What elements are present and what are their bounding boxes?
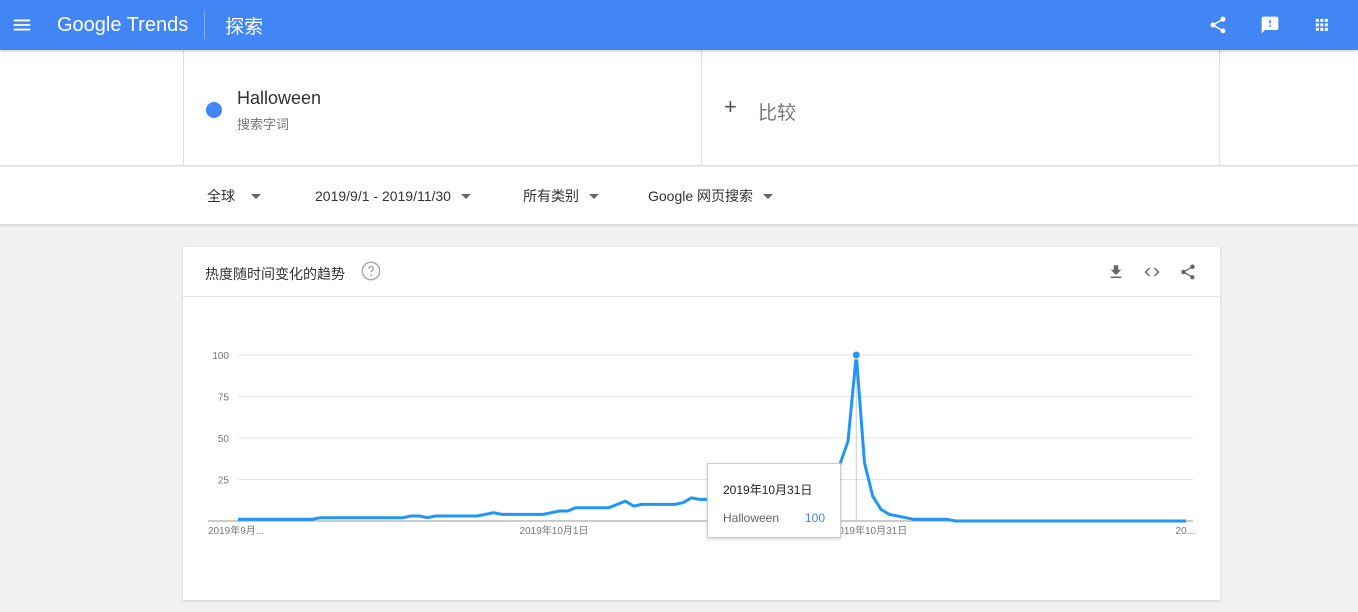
y-tick-label: 50 xyxy=(218,434,230,445)
term-name[interactable]: Halloween xyxy=(237,88,321,109)
page-title: 探索 xyxy=(225,16,264,38)
interest-over-time-card: 热度随时间变化的趋势 100 75 50 25 2019年9月... 2019年10月1日… xyxy=(183,247,1220,600)
region-dropdown[interactable]: 全球 xyxy=(207,167,261,225)
search-term-card[interactable]: Halloween 搜索字词 xyxy=(183,50,702,166)
embed-icon xyxy=(1144,267,1160,277)
y-tick-label: 25 xyxy=(218,476,230,487)
apps-button[interactable] xyxy=(1296,0,1348,50)
top-app-bar: Google Trends 探索 xyxy=(0,0,1358,50)
search-type-dropdown[interactable]: Google 网页搜索 xyxy=(648,167,774,225)
chart-area[interactable]: 100 75 50 25 2019年9月... 2019年10月1日 2019年10月31日… xyxy=(183,298,1220,600)
category-value: 所有类别 xyxy=(523,188,579,204)
header-divider xyxy=(204,11,206,39)
y-tick-label: 75 xyxy=(218,393,230,404)
line-chart[interactable]: 100 75 50 25 2019年9月... 2019年10月1日 2019年10月31日… xyxy=(183,298,1220,600)
header-actions xyxy=(1192,0,1348,50)
category-dropdown[interactable]: 所有类别 xyxy=(523,167,599,225)
compare-label: 比较 xyxy=(758,103,797,124)
share-button[interactable] xyxy=(1192,0,1244,50)
search-terms-band: Halloween 搜索字词 + 比较 xyxy=(0,50,1358,166)
x-tick-label: 2019年10月1日 xyxy=(520,524,589,537)
feedback-icon xyxy=(1261,16,1279,34)
share-icon xyxy=(1210,16,1226,34)
feedback-button[interactable] xyxy=(1244,0,1296,50)
x-tick-label: 2019年10月31日 xyxy=(833,524,908,537)
date-range-dropdown[interactable]: 2019/9/1 - 2019/11/30 xyxy=(315,167,471,225)
share-icon xyxy=(1181,264,1195,280)
embed-button[interactable] xyxy=(1134,260,1170,284)
chart-tooltip: 2019年10月31日 Halloween 100 xyxy=(707,463,841,538)
filter-bar: 全球 2019/9/1 - 2019/11/30 所有类别 Google 网页搜… xyxy=(0,167,1358,225)
compare-button[interactable]: + 比较 xyxy=(702,50,1220,166)
menu-button[interactable] xyxy=(0,0,44,50)
download-icon xyxy=(1110,265,1122,278)
region-value: 全球 xyxy=(207,188,235,204)
google-trends-logo[interactable]: Google Trends xyxy=(57,14,188,37)
term-type: 搜索字词 xyxy=(237,117,290,132)
chevron-down-icon xyxy=(763,193,774,199)
help-icon[interactable] xyxy=(360,260,382,282)
x-tick-label: 2019年9月... xyxy=(208,524,264,537)
card-title: 热度随时间变化的趋势 xyxy=(205,266,345,282)
term-color-dot xyxy=(206,102,222,118)
search-type-value: Google 网页搜索 xyxy=(648,188,754,204)
chevron-down-icon xyxy=(460,193,471,199)
tooltip-series-name: Halloween xyxy=(723,511,780,525)
share-chart-button[interactable] xyxy=(1170,260,1206,284)
download-csv-button[interactable] xyxy=(1098,260,1134,284)
apps-grid-icon xyxy=(1315,18,1328,31)
card-actions xyxy=(1098,260,1206,284)
menu-icon xyxy=(13,19,31,31)
date-range-value: 2019/9/1 - 2019/11/30 xyxy=(315,188,451,204)
y-tick-label: 100 xyxy=(212,351,229,362)
chevron-down-icon xyxy=(251,193,261,199)
tooltip-value: 100 xyxy=(805,511,826,525)
card-header: 热度随时间变化的趋势 xyxy=(183,247,1220,297)
chevron-down-icon xyxy=(589,193,599,199)
x-tick-label: 20... xyxy=(1176,526,1195,537)
highlight-point xyxy=(851,350,861,360)
add-icon: + xyxy=(724,94,737,119)
tooltip-date: 2019年10月31日 xyxy=(723,483,813,497)
